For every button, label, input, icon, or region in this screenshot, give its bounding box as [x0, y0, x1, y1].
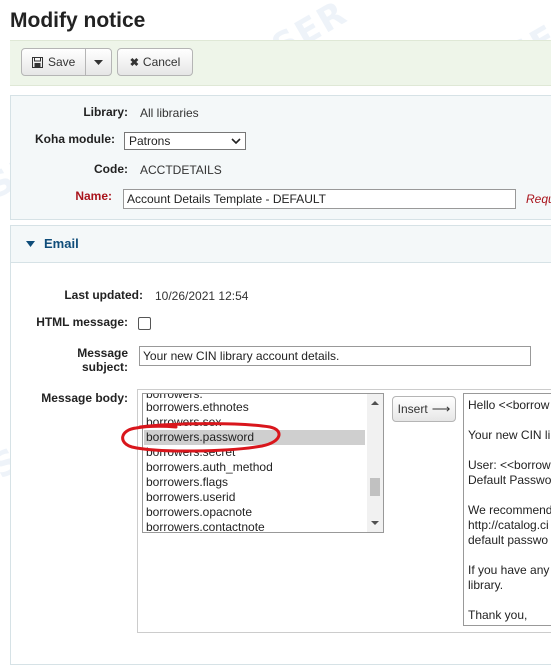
scroll-up-icon[interactable] — [367, 396, 383, 410]
scrollbar[interactable] — [367, 394, 383, 532]
annotation-circle — [121, 422, 281, 453]
last-updated-label: Last updated: — [64, 288, 143, 302]
name-input[interactable]: Account Details Template - DEFAULT — [123, 189, 516, 209]
body-line: Hello <<borrow — [468, 398, 550, 412]
list-item[interactable]: borrowers.userid — [146, 490, 235, 505]
page-title: Modify notice — [10, 9, 146, 32]
html-message-label: HTML message: — [36, 315, 128, 329]
body-line: Your new CIN li — [468, 428, 551, 442]
cancel-label: Cancel — [142, 55, 181, 69]
html-message-checkbox[interactable] — [138, 317, 151, 330]
fields-listbox[interactable]: borrowers. borrowers.ethnotes borrowers.… — [142, 393, 384, 533]
name-label: Name: — [75, 189, 112, 203]
list-item[interactable]: borrowers.opacnote — [146, 505, 252, 520]
library-value: All libraries — [140, 106, 199, 120]
arrow-right-icon: ⟶ — [431, 401, 451, 416]
body-line: library. — [468, 578, 504, 592]
scrollbar-thumb[interactable] — [370, 478, 380, 496]
body-line: We recommend — [468, 503, 551, 517]
module-label: Koha module: — [35, 132, 115, 146]
email-section-title: Email — [44, 236, 79, 251]
library-label: Library: — [83, 105, 128, 119]
message-body-textarea[interactable]: Hello <<borrow Your new CIN li User: <<b… — [463, 393, 551, 626]
toolbar: Save ✖ Cancel — [10, 40, 551, 86]
required-label: Requ — [526, 192, 551, 206]
message-body-label: Message body: — [41, 391, 128, 405]
message-subject-label-1: Message — [77, 346, 128, 360]
body-line: Default Passwo — [468, 473, 551, 487]
caret-down-icon — [26, 241, 35, 247]
list-item[interactable]: borrowers.ethnotes — [146, 400, 249, 415]
module-select[interactable]: Patrons — [124, 132, 246, 150]
insert-label: Insert — [397, 402, 428, 416]
module-select-value: Patrons — [129, 134, 171, 148]
message-subject-label-2: subject: — [81, 360, 128, 374]
body-line: Thank you, — [468, 608, 528, 622]
body-line: default passwo — [468, 533, 549, 547]
list-item[interactable]: borrowers.contactnote — [146, 520, 265, 532]
code-label: Code: — [94, 162, 128, 176]
body-line: User: <<borrow — [468, 458, 551, 472]
scroll-down-icon[interactable] — [367, 516, 383, 530]
list-item[interactable]: borrowers.auth_method — [146, 460, 273, 475]
cancel-button[interactable]: ✖ Cancel — [117, 48, 193, 76]
save-label: Save — [48, 55, 76, 69]
body-line: If you have any — [468, 563, 550, 577]
save-options-dropdown[interactable] — [85, 48, 112, 76]
caret-down-icon — [94, 59, 103, 65]
message-subject-input[interactable]: Your new CIN library account details. — [139, 346, 531, 366]
email-section-header[interactable]: Email — [11, 226, 551, 263]
save-icon — [32, 56, 43, 68]
body-line: http://catalog.ci — [468, 518, 549, 532]
save-button[interactable]: Save — [21, 48, 86, 76]
chevron-down-icon — [231, 138, 241, 144]
close-icon: ✖ — [129, 56, 139, 69]
insert-button[interactable]: Insert ⟶ — [392, 396, 456, 422]
code-value: ACCTDETAILS — [140, 163, 222, 177]
last-updated-value: 10/26/2021 12:54 — [155, 289, 249, 303]
list-item[interactable]: borrowers.flags — [146, 475, 228, 490]
